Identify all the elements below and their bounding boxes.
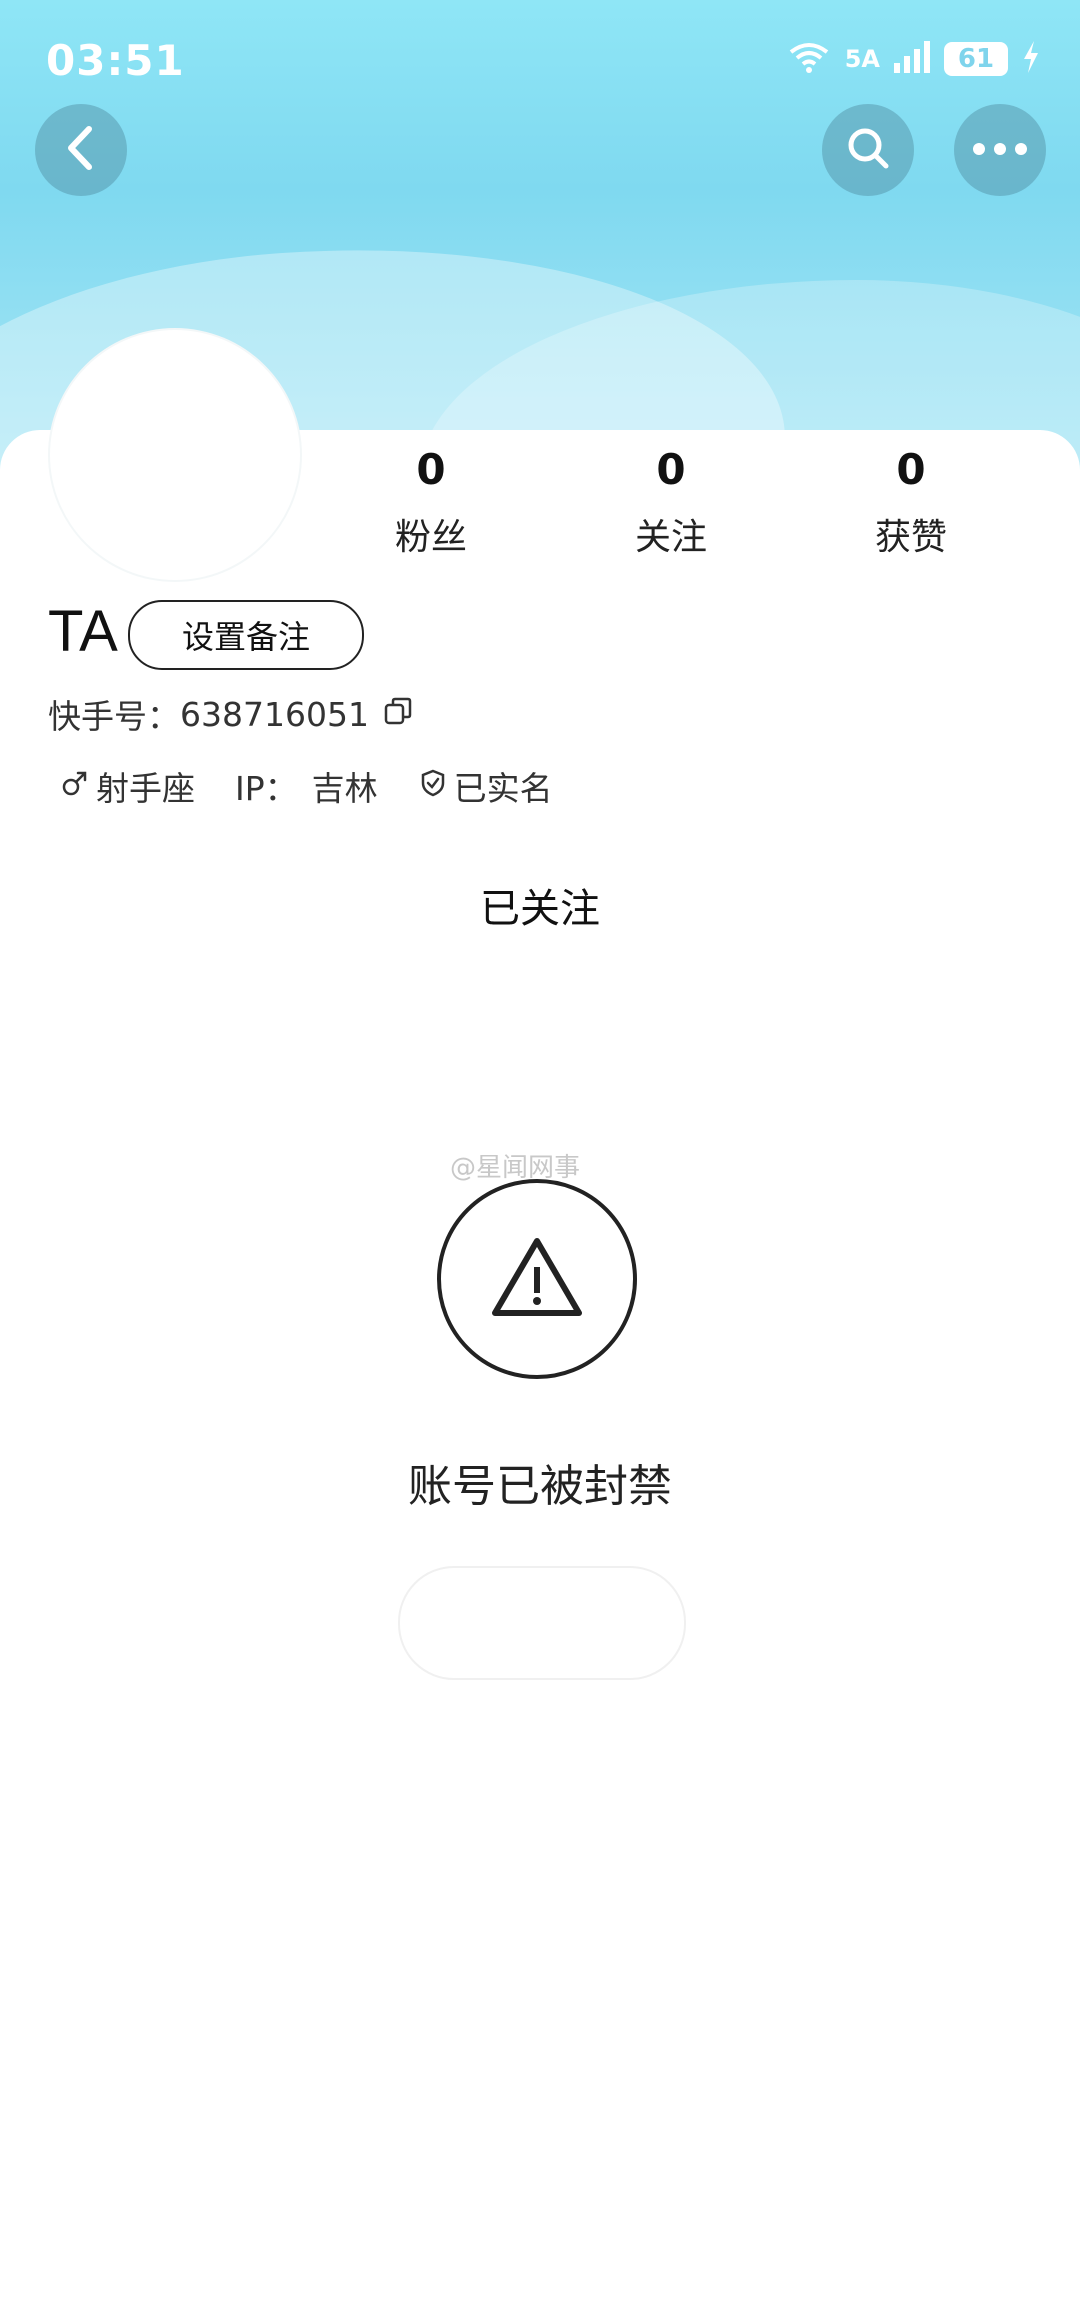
signal-label: 5A — [844, 45, 880, 73]
kwai-id-label: 快手号： — [48, 697, 180, 736]
copy-icon[interactable] — [383, 695, 413, 734]
banned-message: 账号已被封禁 — [408, 1461, 672, 1512]
search-icon — [844, 124, 892, 176]
search-button[interactable] — [822, 104, 914, 196]
tag-verified: 已实名 — [418, 762, 553, 810]
battery-indicator: 61 — [944, 42, 1008, 76]
kwai-id-row: 快手号： 638716051 — [48, 690, 413, 738]
stat-value: 0 — [896, 445, 926, 494]
shield-check-icon — [418, 767, 454, 806]
back-button[interactable] — [35, 104, 127, 196]
profile-tags: 射手座 IP： 吉林 已实名 — [60, 762, 593, 810]
profile-name: TA — [48, 599, 118, 664]
tag-zodiac: 射手座 — [60, 762, 195, 810]
wifi-icon — [787, 40, 831, 78]
status-time: 03:51 — [46, 36, 185, 85]
tag-ip: IP： 吉林 — [235, 762, 378, 810]
stat-value: 0 — [656, 445, 686, 494]
kwai-id-value: 638716051 — [180, 694, 369, 734]
stat-fans[interactable]: 0 粉丝 — [331, 440, 531, 560]
signal-bars-icon — [894, 41, 930, 77]
avatar[interactable] — [50, 330, 300, 580]
ip-value: 吉林 — [311, 769, 378, 808]
stat-following[interactable]: 0 关注 — [571, 440, 771, 560]
warning-icon — [489, 1235, 585, 1323]
ip-label: IP： — [235, 769, 298, 808]
more-button[interactable] — [954, 104, 1046, 196]
charging-icon — [1022, 41, 1040, 77]
status-icons: 5A 61 — [787, 40, 1040, 78]
empty-action-button[interactable] — [398, 1566, 686, 1680]
watermark-text: @星闻网事 — [450, 1153, 581, 1183]
more-dots-icon — [972, 141, 1028, 160]
male-icon — [60, 767, 96, 806]
follow-status[interactable]: 已关注 — [0, 876, 1080, 934]
warning-circle — [437, 1179, 637, 1379]
stat-label: 粉丝 — [394, 517, 467, 558]
stat-label: 获赞 — [874, 517, 947, 558]
stat-likes[interactable]: 0 获赞 — [811, 440, 1011, 560]
set-remark-button[interactable]: 设置备注 — [128, 600, 364, 670]
verified-text: 已实名 — [453, 769, 553, 808]
stat-value: 0 — [416, 445, 446, 494]
chevron-left-icon — [61, 123, 101, 177]
zodiac-text: 射手座 — [96, 769, 195, 808]
stat-label: 关注 — [634, 517, 707, 558]
